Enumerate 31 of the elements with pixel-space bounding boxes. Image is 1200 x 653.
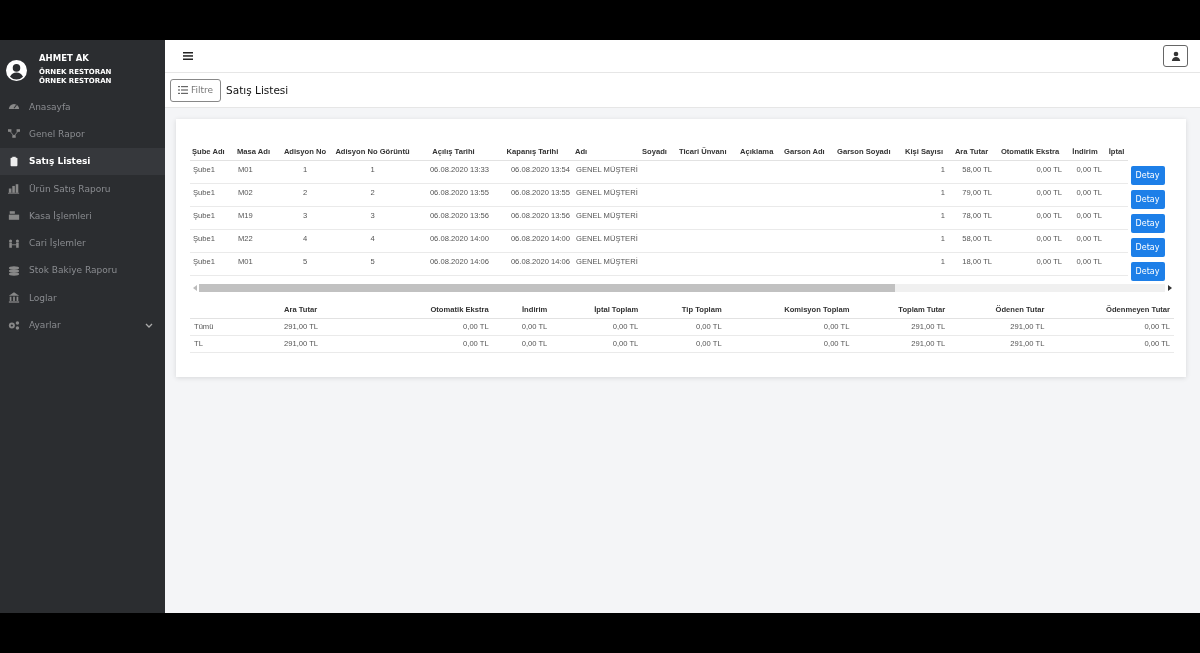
chart-icon <box>8 183 20 195</box>
menu-icon[interactable] <box>183 52 193 60</box>
page-title: Satış Listesi <box>226 84 289 96</box>
detail-button[interactable]: Detay <box>1130 262 1165 281</box>
network-icon <box>8 128 20 140</box>
sidebar-item[interactable]: Ayarlar <box>0 311 165 339</box>
building-icon <box>8 292 20 304</box>
sidebar-item[interactable]: Satış Listesi <box>0 147 165 175</box>
detail-button[interactable]: Detay <box>1130 238 1165 257</box>
scroll-right-icon[interactable] <box>1165 285 1174 291</box>
detail-button[interactable]: Detay <box>1130 214 1165 233</box>
sidebar-item[interactable]: Cari İşlemler <box>0 229 165 257</box>
detail-button[interactable]: Detay <box>1130 166 1165 185</box>
user-avatar-icon <box>6 59 27 81</box>
people-icon <box>8 237 20 249</box>
sidebar-item[interactable]: Genel Rapor <box>0 120 165 148</box>
layers-icon <box>8 264 20 276</box>
cash-register-icon <box>8 210 20 222</box>
sidebar-item[interactable]: Anasayfa <box>0 93 165 121</box>
detail-button[interactable]: Detay <box>1130 190 1165 209</box>
sidebar-item[interactable]: Stok Bakiye Raporu <box>0 256 165 285</box>
clipboard-icon <box>8 155 20 167</box>
user-name: AHMET AK <box>39 52 90 63</box>
user-button[interactable] <box>1163 45 1188 67</box>
person-icon <box>1170 51 1181 61</box>
sidebar-item[interactable]: Kasa İşlemleri <box>0 202 165 230</box>
gears-icon <box>8 319 20 331</box>
sidebar-item[interactable]: Ürün Satış Raporu <box>0 174 165 203</box>
sidebar-item[interactable]: Loglar <box>0 284 165 312</box>
filter-button[interactable]: Filtre <box>170 78 222 102</box>
list-icon <box>178 86 188 94</box>
